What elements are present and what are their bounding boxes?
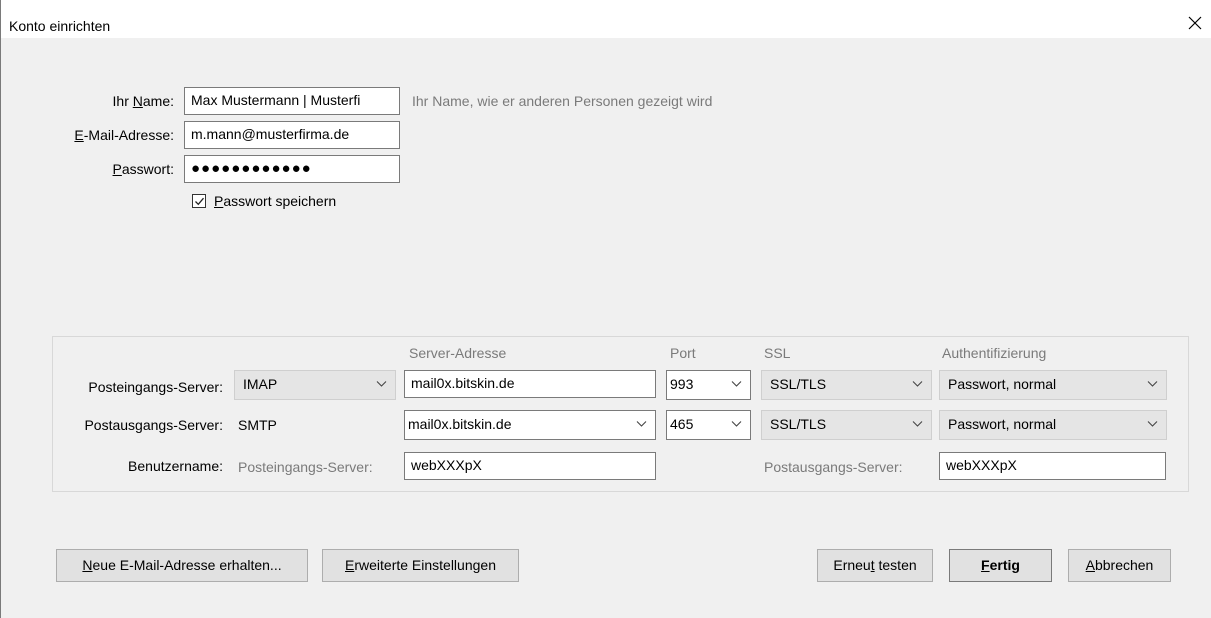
- outgoing-server-address-select[interactable]: mail0x.bitskin.de: [404, 410, 656, 440]
- close-icon[interactable]: [1184, 12, 1206, 34]
- outgoing-port-select[interactable]: 465: [666, 410, 751, 440]
- header-ssl: SSL: [764, 345, 791, 361]
- email-label: E-Mail-Adresse:: [74, 127, 174, 143]
- password-label: Passwort:: [112, 161, 174, 177]
- incoming-username-field[interactable]: webXXXpX: [404, 452, 656, 480]
- chevron-down-icon: [912, 380, 923, 388]
- title-bar: Konto einrichten: [1, 0, 1211, 38]
- incoming-ssl-select[interactable]: SSL/TLS: [761, 370, 932, 400]
- chevron-down-icon: [1147, 420, 1158, 428]
- email-field[interactable]: m.mann@musterfirma.de: [184, 121, 400, 149]
- window-title: Konto einrichten: [9, 18, 111, 34]
- header-server-address: Server-Adresse: [409, 345, 507, 361]
- chevron-down-icon: [376, 380, 387, 388]
- name-field[interactable]: Max Mustermann | Musterfi: [184, 87, 400, 115]
- outgoing-address-value: mail0x.bitskin.de: [408, 416, 512, 432]
- outgoing-ssl-value: SSL/TLS: [770, 416, 827, 432]
- incoming-ssl-value: SSL/TLS: [770, 376, 827, 392]
- username-label: Benutzername:: [128, 458, 223, 474]
- outgoing-server-label: Postausgangs-Server:: [84, 417, 223, 433]
- outgoing-auth-select[interactable]: Passwort, normal: [939, 410, 1167, 440]
- cancel-button[interactable]: Abbrechen: [1068, 549, 1171, 582]
- done-button[interactable]: Fertig: [949, 549, 1052, 582]
- outgoing-username-field[interactable]: webXXXpX: [939, 452, 1166, 480]
- outgoing-port-value: 465: [670, 416, 694, 432]
- incoming-port-value: 993: [670, 376, 694, 392]
- new-email-address-button[interactable]: Neue E-Mail-Adresse erhalten...: [56, 549, 308, 582]
- outgoing-auth-value: Passwort, normal: [948, 416, 1057, 432]
- username-incoming-label: Posteingangs-Server:: [238, 459, 373, 475]
- password-field[interactable]: ●●●●●●●●●●●●: [184, 155, 400, 183]
- chevron-down-icon: [731, 420, 742, 428]
- incoming-auth-value: Passwort, normal: [948, 376, 1057, 392]
- account-setup-dialog: Konto einrichten Ihr Name: Max Musterman…: [0, 0, 1211, 618]
- header-authentication: Authentifizierung: [942, 345, 1047, 361]
- retest-button[interactable]: Erneut testen: [817, 549, 933, 582]
- outgoing-ssl-select[interactable]: SSL/TLS: [761, 410, 932, 440]
- incoming-port-select[interactable]: 993: [666, 370, 751, 400]
- name-label: Ihr Name:: [112, 93, 174, 109]
- incoming-protocol-select[interactable]: IMAP: [234, 370, 396, 400]
- chevron-down-icon: [1147, 380, 1158, 388]
- save-password-label[interactable]: Passwort speichern: [214, 193, 336, 209]
- name-hint: Ihr Name, wie er anderen Personen gezeig…: [412, 93, 713, 109]
- incoming-server-address-field[interactable]: mail0x.bitskin.de: [404, 370, 656, 398]
- username-outgoing-label: Postausgangs-Server:: [764, 459, 903, 475]
- chevron-down-icon: [636, 420, 647, 428]
- save-password-checkbox[interactable]: [192, 194, 206, 208]
- chevron-down-icon: [731, 380, 742, 388]
- incoming-protocol-value: IMAP: [243, 376, 278, 392]
- checkmark-icon: [195, 197, 204, 206]
- advanced-settings-button[interactable]: Erweiterte Einstellungen: [322, 549, 519, 582]
- incoming-auth-select[interactable]: Passwort, normal: [939, 370, 1167, 400]
- outgoing-protocol: SMTP: [238, 417, 277, 433]
- chevron-down-icon: [912, 420, 923, 428]
- incoming-server-label: Posteingangs-Server:: [88, 379, 223, 395]
- header-port: Port: [670, 345, 696, 361]
